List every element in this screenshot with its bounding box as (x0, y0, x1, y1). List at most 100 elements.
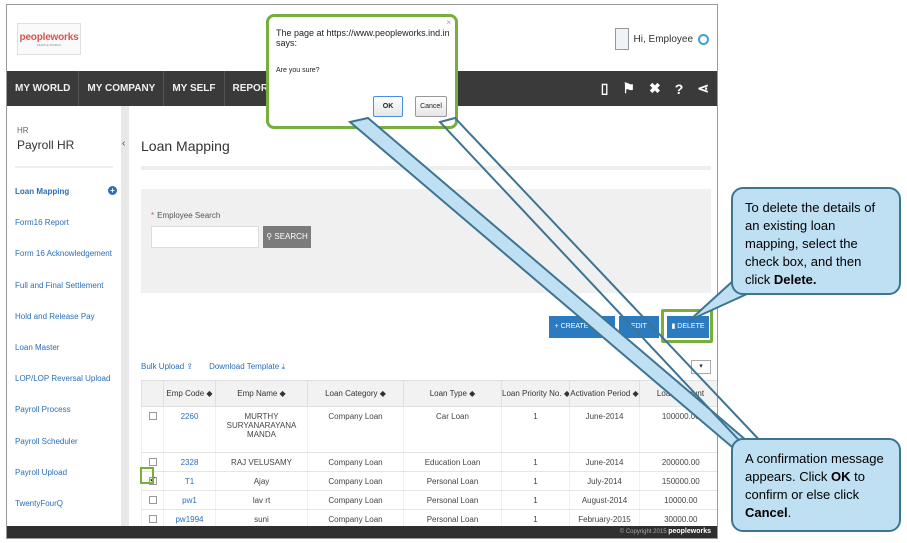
confirm-callout-cancel: Cancel (745, 505, 788, 520)
confirm-callout-ok: OK (830, 469, 851, 484)
row-checkbox[interactable] (148, 496, 157, 504)
delete-label: DELETE (677, 323, 705, 330)
flag-icon[interactable]: ⚑ (622, 80, 635, 97)
cancel-button[interactable]: Cancel (415, 96, 447, 117)
column-header-loan-category[interactable]: Loan Category ◆ (307, 380, 404, 407)
required-marker: * (151, 211, 155, 220)
row-checkbox[interactable] (148, 458, 157, 466)
sidebar-item-payroll-upload[interactable]: Payroll Upload (15, 467, 115, 498)
sidebar-item-lop-reversal-upload[interactable]: LOP/LOP Reversal Upload (15, 373, 115, 404)
loan-type-cell: Car Loan (403, 406, 502, 453)
bulk-upload-link[interactable]: Bulk Upload ⇪ (141, 362, 193, 372)
dialog-message: Are you sure? (276, 67, 320, 74)
sidebar: HR Payroll HR Loan Mapping + Form16 Repor… (7, 106, 124, 526)
loan-category-cell: Company Loan (307, 490, 404, 510)
search-button[interactable]: ⚲ SEARCH (263, 226, 311, 248)
chevron-down-icon: ▾ (699, 363, 703, 370)
dialog-title: The page at https://www.peopleworks.ind.… (276, 28, 450, 48)
loan-amount-cell: 100000.00 (639, 406, 717, 453)
nav-item-my-world[interactable]: MY WORLD (7, 71, 80, 106)
user-menu[interactable]: Hi, Employee (614, 28, 709, 50)
sidebar-item-form16-acknowledgement[interactable]: Form 16 Acknowledgement (15, 248, 115, 279)
column-header-activation-period[interactable]: Activation Period ◆ (569, 380, 640, 407)
sidebar-item-full-final-settlement[interactable]: Full and Final Settlement (15, 280, 115, 311)
nav-item-my-company[interactable]: MY COMPANY (79, 71, 165, 106)
table-row: T1 Ajay Company Loan Personal Loan 1 Jul… (141, 471, 717, 491)
sidebar-item-loan-mapping[interactable]: Loan Mapping + (15, 186, 117, 217)
loan-priority-cell: 1 (501, 406, 570, 453)
logo[interactable]: peopleworks PEOPLE WORKS (17, 23, 81, 55)
sidebar-item-label: Loan Mapping (15, 187, 70, 196)
column-header-label: Emp Name (237, 389, 278, 398)
column-header-emp-code[interactable]: Emp Code ◆ (163, 380, 216, 407)
sidebar-divider (15, 166, 113, 168)
activation-period-cell: August-2014 (569, 490, 640, 510)
page-title: Loan Mapping (141, 138, 230, 154)
download-template-label: Download Template (209, 362, 280, 371)
edit-label: EDIT (631, 323, 647, 330)
employee-search-input[interactable] (151, 226, 259, 248)
column-header-label: Activation Period (570, 389, 631, 398)
loan-category-cell: Company Loan (307, 471, 404, 491)
footer: © Copyright 2015 peopleworks (7, 526, 717, 538)
emp-name-cell: RAJ VELUSAMY (215, 452, 308, 472)
row-select-cell (141, 406, 164, 453)
gear-icon[interactable] (698, 33, 709, 45)
column-header-label: Loan Amount (656, 389, 705, 398)
edit-button[interactable]: EDIT (619, 316, 659, 338)
activation-period-cell: June-2014 (569, 452, 640, 472)
sidebar-item-payroll-scheduler[interactable]: Payroll Scheduler (15, 436, 115, 467)
sidebar-item-hold-release-pay[interactable]: Hold and Release Pay (15, 311, 115, 342)
page-size-select[interactable]: ▾ (691, 360, 711, 374)
share-icon[interactable]: ⋖ (697, 80, 709, 97)
ok-button[interactable]: OK (373, 96, 403, 117)
help-icon[interactable]: ? (675, 81, 684, 97)
avatar[interactable] (614, 28, 629, 50)
loan-priority-cell: 1 (501, 490, 570, 510)
search-label: * Employee Search (151, 211, 220, 220)
footer-text: © Copyright 2015 peopleworks (620, 528, 711, 535)
download-template-link[interactable]: Download Template ⤓ (209, 362, 285, 372)
footer-brand: peopleworks (668, 528, 711, 535)
upload-icon: ⇪ (186, 362, 194, 371)
copyright-text: © Copyright 2015 (619, 529, 667, 535)
column-header-loan-amount[interactable]: Loan Amount (639, 380, 717, 407)
column-header-label: Loan Type (429, 389, 467, 398)
upload-row: Bulk Upload ⇪ Download Template ⤓ (141, 362, 285, 372)
column-header-loan-type[interactable]: Loan Type ◆ (403, 380, 502, 407)
sidebar-item-twentyfourq[interactable]: TwentyFourQ (15, 498, 115, 529)
main-content: Loan Mapping * Employee Search ⚲ SEARCH +… (131, 106, 717, 529)
checkbox-highlight (140, 467, 154, 484)
loan-amount-cell: 200000.00 (639, 452, 717, 472)
book-icon[interactable]: ▯ (601, 80, 609, 97)
loan-mapping-table: Emp Code ◆ Emp Name ◆ Loan Category ◆ Lo… (141, 380, 717, 529)
loan-priority-cell: 1 (501, 471, 570, 491)
emp-code-link[interactable]: 2328 (163, 452, 216, 472)
logo-subtext: PEOPLE WORKS (36, 42, 62, 47)
tools-icon[interactable]: ✖ (649, 80, 661, 97)
plus-icon[interactable]: + (108, 186, 117, 195)
row-checkbox[interactable] (148, 515, 157, 523)
delete-button[interactable]: ▮ DELETE (667, 316, 709, 338)
sidebar-item-payroll-process[interactable]: Payroll Process (15, 404, 115, 435)
close-icon[interactable]: × (446, 18, 451, 27)
row-checkbox[interactable] (148, 412, 157, 420)
nav-item-my-self[interactable]: MY SELF (164, 71, 225, 106)
emp-code-link[interactable]: pw1 (163, 490, 216, 510)
activation-period-cell: July-2014 (569, 471, 640, 491)
sidebar-collapse-toggle[interactable]: ‹ (121, 106, 129, 526)
loan-amount-cell: 150000.00 (639, 471, 717, 491)
user-greeting: Hi, Employee (633, 33, 693, 45)
emp-code-link[interactable]: T1 (163, 471, 216, 491)
emp-code-link[interactable]: 2260 (163, 406, 216, 453)
column-header-loan-priority[interactable]: Loan Priority No. ◆ (501, 380, 570, 407)
sidebar-item-loan-master[interactable]: Loan Master (15, 342, 115, 373)
column-header-label: Loan Priority No. (502, 389, 562, 398)
create-loan-button[interactable]: + CREATE LOAN (549, 316, 615, 338)
column-header-emp-name[interactable]: Emp Name ◆ (215, 380, 308, 407)
delete-callout: To delete the details of an existing loa… (731, 187, 901, 295)
create-loan-label: CREATE LOAN (560, 323, 610, 330)
sidebar-title: Payroll HR (17, 138, 75, 152)
emp-name-cell: MURTHY SURYANARAYANA MANDA (215, 406, 308, 453)
sidebar-item-form16-report[interactable]: Form16 Report (15, 217, 115, 248)
